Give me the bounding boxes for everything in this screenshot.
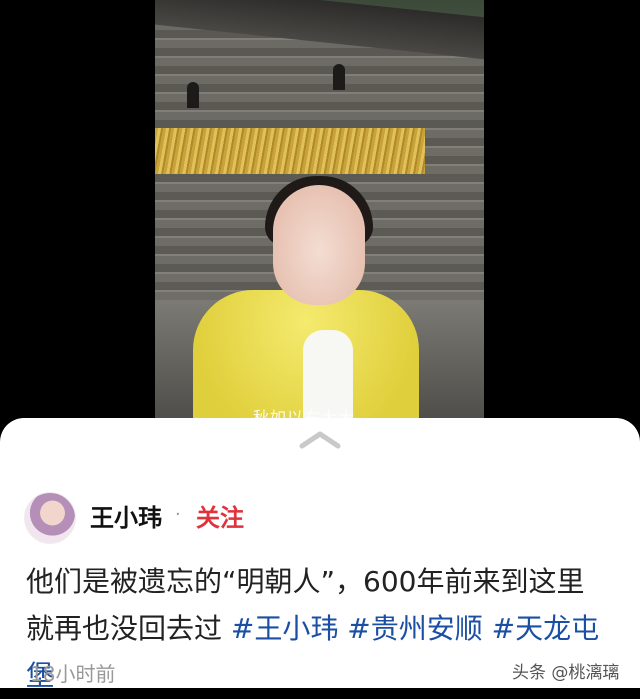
- video-subtitle: 秋如以右大大: [253, 408, 356, 418]
- watermark: 头条 @桃漓璃: [512, 663, 620, 683]
- post-timestamp: 18小时前: [30, 662, 116, 686]
- separator-dot: ·: [175, 504, 181, 525]
- person-face: [273, 185, 365, 305]
- post-text-line2-row: 就再也没回去过 #王小玮 #贵州安顺 #天龙屯堡: [26, 605, 626, 699]
- thatched-awning: [155, 128, 425, 174]
- post-text-line1: 他们是被遗忘的“明朝人”，600年前来到这里: [26, 565, 585, 598]
- post-sheet: 王小玮 · 关注 他们是被遗忘的“明朝人”，600年前来到这里 就再也没回去过 …: [0, 418, 640, 692]
- hashtag-location[interactable]: #贵州安顺: [347, 612, 482, 645]
- follow-button[interactable]: 关注: [196, 498, 244, 533]
- post-text-line2: 就再也没回去过: [26, 612, 223, 645]
- chevron-up-icon[interactable]: [296, 428, 344, 450]
- hashtag-author[interactable]: #王小玮: [231, 612, 338, 645]
- video-frame[interactable]: 秋如以右大大: [155, 0, 484, 418]
- author-avatar[interactable]: [24, 492, 76, 544]
- house-window: [333, 64, 345, 90]
- author-name[interactable]: 王小玮: [90, 498, 162, 533]
- house-window: [187, 82, 199, 108]
